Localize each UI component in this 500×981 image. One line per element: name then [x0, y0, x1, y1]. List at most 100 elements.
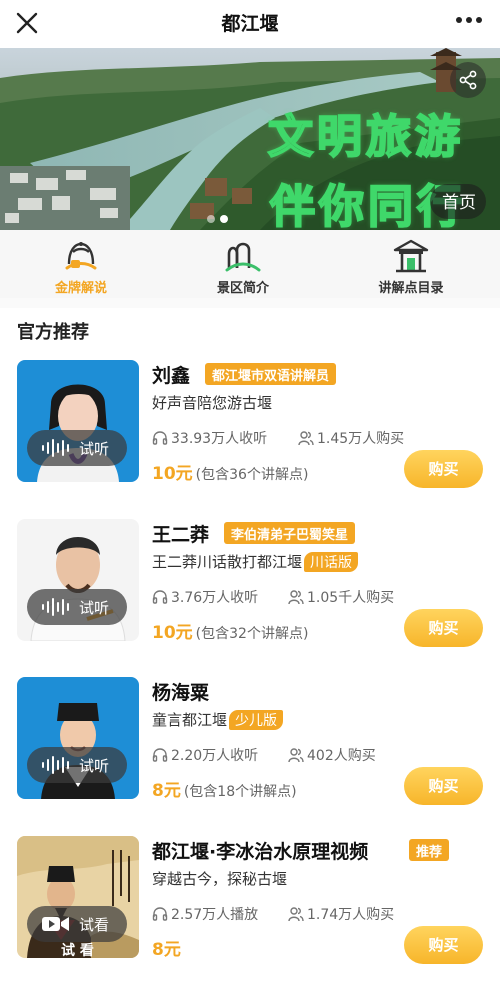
guide-subtitle-text: 好声音陪您游古堰 — [152, 394, 273, 412]
gold-guide-icon — [65, 242, 97, 270]
listens-count: 33.93万人收听 — [171, 431, 268, 447]
page-title: 都江堰 — [221, 13, 279, 35]
guide-price: 10元 (包含36个讲解点) — [152, 459, 308, 484]
carousel-dot[interactable] — [207, 215, 215, 223]
listen-button[interactable]: 试听 — [27, 747, 127, 783]
users-icon — [288, 907, 304, 922]
recommend-tag: 推荐 — [409, 839, 450, 861]
headphones-icon — [152, 431, 168, 445]
share-icon — [459, 70, 477, 90]
guide-subtitle-text: 王二莽川话散打都江堰 — [152, 553, 303, 571]
buyers-count: 1.45万人购买 — [317, 431, 405, 447]
guide-thumbnail: 试听 — [17, 519, 139, 641]
home-button[interactable]: 首页 — [430, 184, 486, 219]
video-subtitle-text: 穿越古今，探秘古堰 — [152, 870, 288, 888]
banner-slogan-line1: 文明旅游 — [267, 109, 465, 164]
audio-wave-icon — [42, 439, 69, 457]
buy-button[interactable]: 购买 — [404, 926, 483, 964]
carousel-dot-active[interactable] — [220, 215, 228, 223]
audio-wave-icon — [42, 756, 69, 774]
price-value: 10元 — [152, 623, 193, 643]
buyers-stat: 1.74万人购买 — [288, 904, 394, 924]
buyers-count: 402人购买 — [307, 748, 376, 764]
video-stats: 2.57万人播放 1.74万人购买 — [152, 904, 394, 924]
guide-card[interactable]: 试听 刘鑫 都江堰市双语讲解员 好声音陪您游古堰 33.93万人收听 1.45万… — [0, 360, 500, 488]
tab-gold-guide[interactable]: 金牌解说 — [21, 238, 141, 296]
guide-stats: 33.93万人收听 1.45万人购买 — [152, 428, 404, 448]
price-value: 8元 — [152, 940, 181, 960]
guide-subtitle: 王二莽川话散打都江堰 川话版 — [152, 551, 359, 572]
guide-card[interactable]: 试听 杨海粟 童言都江堰 少儿版 2.20万人收听 402人购买 8元 (包含18个… — [0, 677, 500, 805]
kids-badge: 少儿版 — [229, 710, 284, 730]
section-title: 官方推荐 — [17, 322, 89, 343]
listen-label: 试听 — [79, 599, 110, 617]
guide-stats: 3.76万人收听 1.05千人购买 — [152, 587, 394, 607]
video-title: 都江堰·李冰治水原理视频 — [152, 841, 369, 863]
listen-button[interactable]: 试听 — [27, 430, 127, 466]
video-camera-icon — [42, 917, 69, 931]
watch-button[interactable]: 试看 — [27, 906, 127, 942]
headphones-icon — [152, 907, 168, 921]
dialect-badge: 川话版 — [304, 552, 359, 572]
listens-stat: 3.76万人收听 — [152, 590, 258, 606]
quick-tabs: 金牌解说 景区简介 讲解点目录 — [0, 230, 500, 298]
guide-price: 8元 (包含18个讲解点) — [152, 776, 297, 801]
tab-scenic-intro-label: 景区简介 — [216, 281, 269, 296]
section-divider — [0, 298, 500, 308]
headphones-icon — [152, 590, 168, 604]
guide-card[interactable]: 试听 王二莽 李伯清弟子巴蜀笑星 王二莽川话散打都江堰 川话版 3.76万人收听 … — [0, 519, 500, 647]
tab-guide-points-label: 讲解点目录 — [378, 281, 444, 296]
buyers-stat: 402人购买 — [288, 745, 376, 765]
tab-scenic-intro[interactable]: 景区简介 — [183, 238, 303, 296]
tab-guide-points[interactable]: 讲解点目录 — [351, 238, 471, 296]
video-subtitle: 穿越古今，探秘古堰 — [152, 868, 287, 889]
share-button[interactable] — [450, 62, 486, 98]
video-card[interactable]: 试看 试 看 都江堰·李冰治水原理视频 推荐 穿越古今，探秘古堰 2.57万人播… — [0, 836, 500, 964]
guide-thumbnail: 试听 — [17, 677, 139, 799]
guide-tag: 都江堰市双语讲解员 — [205, 363, 337, 385]
headphones-icon — [152, 748, 168, 762]
listen-label: 试听 — [79, 757, 110, 775]
listens-stat: 2.20万人收听 — [152, 748, 258, 764]
guide-name: 杨海粟 — [152, 682, 210, 704]
price-note: (包含18个讲解点) — [183, 784, 297, 800]
tab-gold-guide-label: 金牌解说 — [54, 281, 107, 296]
buyers-stat: 1.05千人购买 — [288, 587, 394, 607]
video-thumbnail: 试看 试 看 — [17, 836, 139, 958]
more-icon[interactable] — [454, 10, 484, 34]
top-navbar: 都江堰 — [0, 0, 500, 48]
listens-count: 2.20万人收听 — [171, 748, 259, 764]
price-note: (包含36个讲解点) — [195, 467, 309, 483]
plays-count: 2.57万人播放 — [171, 907, 259, 923]
guide-name: 王二莽 — [152, 524, 210, 546]
buy-button[interactable]: 购买 — [404, 609, 483, 647]
buy-button[interactable]: 购买 — [404, 450, 483, 488]
listens-count: 3.76万人收听 — [171, 590, 259, 606]
video-price: 8元 — [152, 935, 181, 960]
banner-carousel[interactable]: 文明旅游 伴你同行 首页 — [0, 48, 500, 230]
carousel-indicator — [207, 208, 233, 227]
guide-price: 10元 (包含32个讲解点) — [152, 618, 308, 643]
guide-name: 刘鑫 — [152, 365, 191, 387]
plays-stat: 2.57万人播放 — [152, 907, 258, 923]
guide-thumbnail: 试听 — [17, 360, 139, 482]
buyers-stat: 1.45万人购买 — [298, 428, 404, 448]
audio-wave-icon — [42, 598, 69, 616]
users-icon — [298, 431, 314, 446]
guide-subtitle-text: 童言都江堰 — [152, 711, 228, 729]
guide-subtitle: 童言都江堰 少儿版 — [152, 709, 284, 730]
buyers-count: 1.74万人购买 — [307, 907, 395, 923]
guide-stats: 2.20万人收听 402人购买 — [152, 745, 376, 765]
users-icon — [288, 590, 304, 605]
watch-label: 试看 — [79, 916, 110, 934]
price-note: (包含32个讲解点) — [195, 626, 309, 642]
listens-stat: 33.93万人收听 — [152, 431, 267, 447]
buyers-count: 1.05千人购买 — [307, 590, 395, 606]
listen-button[interactable]: 试听 — [27, 589, 127, 625]
guide-tag: 李伯清弟子巴蜀笑星 — [224, 522, 356, 544]
pavilion-icon — [393, 239, 429, 273]
users-icon — [288, 748, 304, 763]
price-value: 10元 — [152, 464, 193, 484]
price-value: 8元 — [152, 781, 181, 801]
buy-button[interactable]: 购买 — [404, 767, 483, 805]
